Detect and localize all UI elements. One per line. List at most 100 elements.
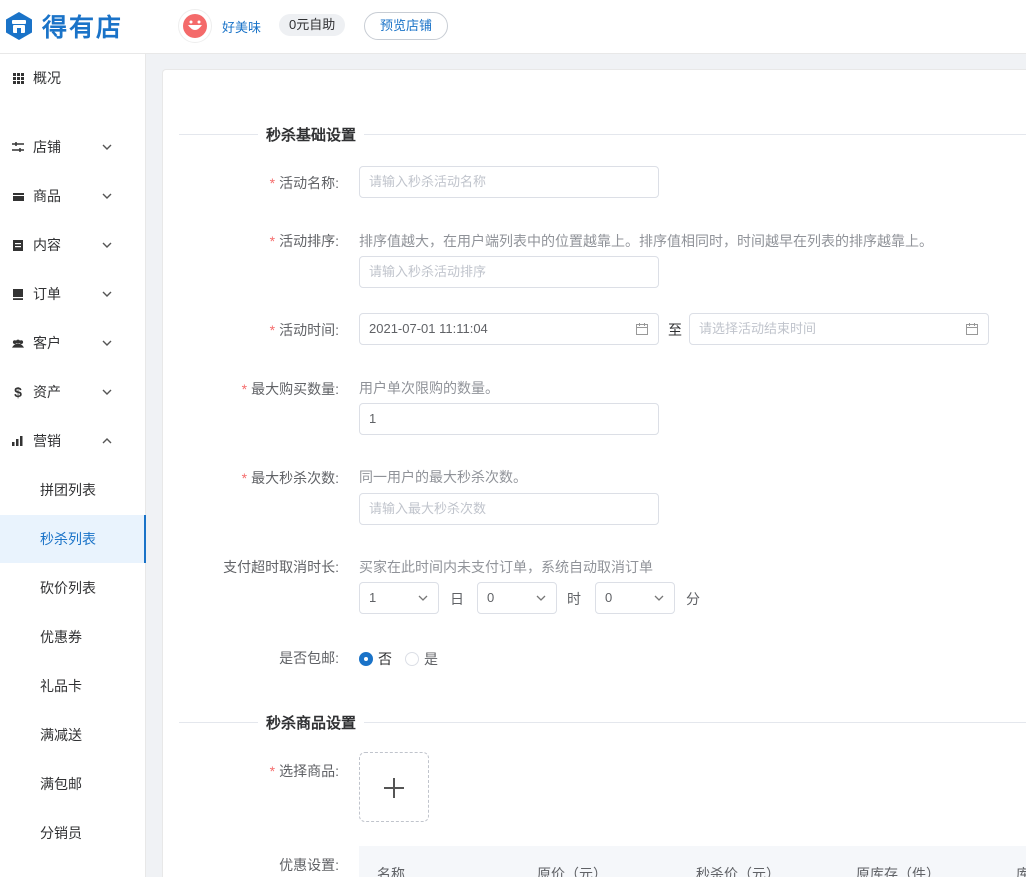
bar-chart-icon: [12, 435, 24, 447]
radio-free-shipping-no[interactable]: 否: [359, 649, 392, 669]
required-mark: *: [241, 470, 248, 486]
grid-icon: [12, 72, 24, 84]
goods-icon: [12, 190, 24, 202]
dollar-icon: $: [14, 384, 22, 400]
sidebar-subitem-label: 拼团列表: [40, 482, 96, 498]
logo[interactable]: 得有店: [4, 8, 123, 44]
label-text: 是否包邮:: [279, 650, 339, 666]
sidebar-item-orders[interactable]: 订单: [0, 270, 146, 318]
chevron-down-icon: [102, 389, 112, 395]
customers-icon: [12, 337, 24, 349]
preview-store-button[interactable]: 预览店铺: [364, 12, 449, 40]
chevron-down-icon: [102, 291, 112, 297]
field-label-discount: 优惠设置:: [279, 855, 339, 875]
radio-label: 是: [424, 651, 438, 667]
sort-hint: 排序值越大，在用户端列表中的位置越靠上。排序值相同时，时间越早在列表的排序越靠上…: [359, 233, 933, 249]
sidebar-item-assets[interactable]: $ 资产: [0, 368, 146, 416]
sidebar-item-label: 订单: [33, 286, 61, 302]
sidebar-item-marketing[interactable]: 营销: [0, 417, 146, 465]
label-text: 最大购买数量:: [251, 381, 339, 397]
unit-hour: 时: [567, 591, 581, 607]
chevron-down-icon: [102, 340, 112, 346]
section-title-text: 秒杀基础设置: [258, 123, 365, 145]
chevron-down-icon: [418, 595, 428, 601]
column-header: 秒杀价（元）: [696, 866, 780, 877]
chevron-down-icon: [654, 595, 664, 601]
column-header: 原价（元）: [537, 866, 607, 877]
label-text: 优惠设置:: [279, 857, 339, 873]
field-label-sort: * 活动排序:: [270, 231, 339, 251]
max-times-input[interactable]: 请输入最大秒杀次数: [359, 493, 659, 525]
discount-table-header: 名称 原价（元） 秒杀价（元） 原库存（件） 库: [359, 846, 1026, 877]
sidebar-subitem-bargain[interactable]: 砍价列表: [0, 564, 146, 612]
timeout-minute-select[interactable]: 0: [595, 582, 675, 614]
field-label-name: * 活动名称:: [270, 173, 339, 193]
sidebar-subitem-group-buy[interactable]: 拼团列表: [0, 466, 146, 514]
activity-name-input[interactable]: 请输入秒杀活动名称: [359, 166, 659, 198]
sidebar-item-overview[interactable]: 概况: [0, 54, 146, 102]
store-settings-icon: [12, 141, 24, 153]
timeout-hint: 买家在此时间内未支付订单，系统自动取消订单: [359, 559, 653, 575]
sidebar-subitem-gift-card[interactable]: 礼品卡: [0, 662, 146, 710]
label-text: 最大秒杀次数:: [251, 470, 339, 486]
sidebar-item-label: 资产: [33, 384, 61, 400]
start-time-picker[interactable]: 2021-07-01 11:11:04: [359, 313, 659, 345]
label-text: 活动排序:: [279, 233, 339, 249]
sidebar-item-customers[interactable]: 客户: [0, 319, 146, 367]
sidebar-item-label: 营销: [33, 433, 61, 449]
sidebar-item-label: 概况: [33, 70, 61, 86]
sidebar-item-label: 内容: [33, 237, 61, 253]
sidebar-subitem-label: 礼品卡: [40, 678, 82, 694]
field-label-time: * 活动时间:: [270, 320, 339, 340]
required-mark: *: [269, 233, 276, 249]
activity-sort-input[interactable]: 请输入秒杀活动排序: [359, 256, 659, 288]
sidebar-subitem-label: 分销员: [40, 825, 82, 841]
sidebar-subitem-full-reduction[interactable]: 满减送: [0, 711, 146, 759]
field-label-free-shipping: 是否包邮:: [279, 648, 339, 668]
required-mark: *: [269, 175, 276, 191]
timeout-day-select[interactable]: 1: [359, 582, 439, 614]
required-mark: *: [269, 322, 276, 338]
column-header: 原库存（件）: [856, 866, 940, 877]
sidebar-subitem-flash-sale[interactable]: 秒杀列表: [0, 515, 146, 563]
calendar-icon: [636, 323, 648, 335]
sidebar-subitem-label: 秒杀列表: [40, 531, 96, 547]
sidebar-subitem-free-shipping[interactable]: 满包邮: [0, 760, 146, 808]
radio-free-shipping-yes[interactable]: 是: [405, 649, 438, 669]
calendar-icon: [966, 323, 978, 335]
chevron-down-icon: [102, 242, 112, 248]
plus-icon: [393, 778, 395, 798]
chevron-down-icon: [536, 595, 546, 601]
sidebar-subitem-distributor[interactable]: 分销员: [0, 809, 146, 857]
label-text: 活动名称:: [279, 175, 339, 191]
sidebar-subitem-label: 满包邮: [40, 776, 82, 792]
field-label-max-buy: * 最大购买数量:: [242, 379, 339, 399]
column-header: 库: [1016, 866, 1026, 877]
store-logo-icon: [6, 12, 32, 40]
field-label-timeout: 支付超时取消时长:: [223, 557, 339, 577]
timeout-hour-select[interactable]: 0: [477, 582, 557, 614]
max-times-hint: 同一用户的最大秒杀次数。: [359, 469, 527, 485]
label-text: 选择商品:: [279, 763, 339, 779]
store-tag: 0元自助: [279, 14, 346, 36]
sidebar-item-content[interactable]: 内容: [0, 221, 146, 269]
end-time-picker[interactable]: 请选择活动结束时间: [689, 313, 989, 345]
sidebar-item-label: 店铺: [33, 139, 61, 155]
unit-minute: 分: [686, 591, 700, 607]
sidebar: 概况 店铺 商品 内容 订单 客户 $ 资产 营销 拼团列表 秒杀列表 砍价列表…: [0, 54, 146, 877]
field-label-max-times: * 最大秒杀次数:: [242, 468, 339, 488]
radio-label: 否: [378, 651, 392, 667]
add-goods-button[interactable]: [359, 752, 429, 822]
store-avatar[interactable]: [178, 9, 212, 43]
section-title-basic: 秒杀基础设置: [258, 123, 365, 145]
sidebar-item-store[interactable]: 店铺: [0, 123, 146, 171]
sidebar-item-label: 商品: [33, 188, 61, 204]
select-value: 0: [605, 590, 613, 605]
sidebar-subitem-coupons[interactable]: 优惠券: [0, 613, 146, 661]
max-buy-input[interactable]: 1: [359, 403, 659, 435]
chevron-down-icon: [102, 193, 112, 199]
sidebar-item-goods[interactable]: 商品: [0, 172, 146, 220]
store-name[interactable]: 好美味: [222, 17, 261, 36]
start-time-value: 2021-07-01 11:11:04: [369, 321, 488, 336]
sidebar-subitem-label: 满减送: [40, 727, 82, 743]
